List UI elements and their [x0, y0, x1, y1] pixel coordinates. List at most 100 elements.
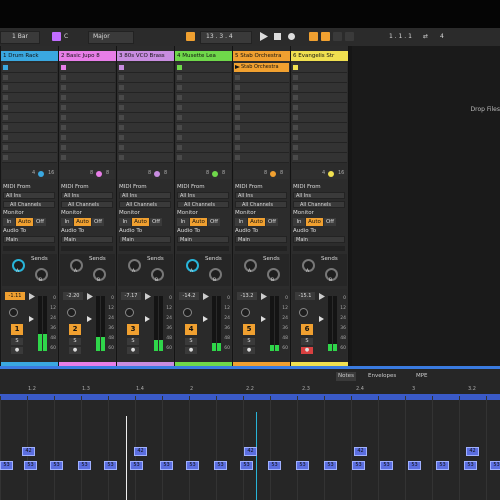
audio-to-select[interactable]: Main	[61, 236, 113, 243]
midi-note[interactable]: 42	[244, 447, 257, 456]
monitor-auto[interactable]: Auto	[132, 218, 149, 226]
slot-stop-icon[interactable]	[235, 155, 240, 160]
input-sub-select[interactable]	[3, 246, 55, 251]
audio-to-select[interactable]: Main	[3, 236, 55, 243]
midi-channel-select[interactable]: All Channels	[235, 201, 287, 208]
record-icon[interactable]	[287, 32, 296, 41]
track-activator[interactable]: 2	[69, 324, 81, 335]
track-header[interactable]: 5 Stab Orchestra	[233, 51, 290, 61]
clip-slot[interactable]	[60, 143, 115, 153]
loop-brace[interactable]	[0, 394, 500, 400]
clip-slot[interactable]	[2, 123, 57, 133]
input-sub-select[interactable]	[177, 246, 229, 251]
midi-note[interactable]: 53	[352, 461, 365, 470]
monitor-in[interactable]: In	[61, 218, 73, 226]
slot-stop-icon[interactable]	[235, 115, 240, 120]
slot-stop-icon[interactable]	[3, 85, 8, 90]
stop-icon[interactable]	[273, 32, 282, 41]
monitor-off[interactable]: Off	[150, 218, 162, 226]
clip-slot[interactable]	[118, 143, 173, 153]
volume-field[interactable]: -7.17	[121, 292, 141, 300]
track-play-icon[interactable]	[87, 293, 93, 300]
midi-from-select[interactable]: All Ins	[3, 192, 55, 199]
track-activator[interactable]: 1	[11, 324, 23, 335]
clip-slot[interactable]	[118, 133, 173, 143]
clip-slot[interactable]	[292, 63, 347, 73]
slot-stop-icon[interactable]	[177, 125, 182, 130]
clip-slot[interactable]	[2, 143, 57, 153]
slot-stop-icon[interactable]	[61, 145, 66, 150]
slot-stop-icon[interactable]	[235, 85, 240, 90]
monitor-auto[interactable]: Auto	[306, 218, 323, 226]
clip-slot[interactable]	[176, 93, 231, 103]
midi-note[interactable]: 53	[324, 461, 337, 470]
monitor-switch[interactable]: In Auto Off	[3, 218, 55, 226]
clip-slot[interactable]	[2, 63, 57, 73]
slot-stop-icon[interactable]	[119, 145, 124, 150]
fader-handle[interactable]	[145, 316, 150, 322]
midi-channel-select[interactable]: All Channels	[177, 201, 229, 208]
midi-note[interactable]: 42	[354, 447, 367, 456]
automation-arm-icon[interactable]	[321, 32, 330, 41]
clip-slot[interactable]	[60, 113, 115, 123]
midi-note[interactable]: 53	[380, 461, 393, 470]
audio-to-select[interactable]: Main	[177, 236, 229, 243]
monitor-off[interactable]: Off	[92, 218, 104, 226]
midi-note[interactable]: 53	[24, 461, 37, 470]
midi-note[interactable]: 53	[490, 461, 500, 470]
volume-field[interactable]: -15.1	[295, 292, 315, 300]
monitor-auto[interactable]: Auto	[190, 218, 207, 226]
track-header[interactable]: 1 Drum Rack	[1, 51, 58, 61]
fader-handle[interactable]	[319, 316, 324, 322]
loop-length[interactable]: 4	[440, 31, 444, 42]
pan-knob[interactable]	[183, 308, 192, 317]
clip-slot[interactable]	[118, 113, 173, 123]
slot-stop-icon[interactable]	[3, 145, 8, 150]
overdub-icon[interactable]	[309, 32, 318, 41]
clip-slot[interactable]	[292, 113, 347, 123]
monitor-off[interactable]: Off	[208, 218, 220, 226]
pan-knob[interactable]	[9, 308, 18, 317]
slot-stop-icon[interactable]	[293, 145, 298, 150]
midi-note[interactable]: 53	[0, 461, 13, 470]
slot-stop-icon[interactable]	[177, 75, 182, 80]
arm-button[interactable]: ●	[69, 347, 81, 354]
monitor-in[interactable]: In	[293, 218, 305, 226]
slot-stop-icon[interactable]	[61, 125, 66, 130]
slot-stop-icon[interactable]	[119, 115, 124, 120]
slot-stop-icon[interactable]	[3, 75, 8, 80]
slot-stop-icon[interactable]	[3, 155, 8, 160]
clip-slot[interactable]	[118, 123, 173, 133]
clip-slot[interactable]	[176, 143, 231, 153]
midi-note[interactable]: 42	[134, 447, 147, 456]
clip-slot[interactable]	[234, 143, 289, 153]
arm-button[interactable]: ●	[243, 347, 255, 354]
fader-handle[interactable]	[87, 316, 92, 322]
slot-stop-icon[interactable]	[61, 105, 66, 110]
follow-icon[interactable]	[186, 32, 195, 41]
slot-stop-icon[interactable]	[293, 95, 298, 100]
slot-stop-icon[interactable]	[119, 75, 124, 80]
slot-stop-icon[interactable]	[61, 65, 66, 70]
pan-knob[interactable]	[241, 308, 250, 317]
slot-stop-icon[interactable]	[293, 115, 298, 120]
tab-notes[interactable]: Notes	[336, 372, 356, 381]
solo-button[interactable]: S	[69, 338, 81, 345]
slot-stop-icon[interactable]	[293, 65, 298, 70]
slot-stop-icon[interactable]	[177, 105, 182, 110]
pan-knob[interactable]	[299, 308, 308, 317]
solo-button[interactable]: S	[127, 338, 139, 345]
slot-stop-icon[interactable]	[177, 65, 182, 70]
slot-stop-icon[interactable]	[235, 95, 240, 100]
midi-note[interactable]: 53	[104, 461, 117, 470]
midi-note[interactable]: 53	[296, 461, 309, 470]
slot-stop-icon[interactable]	[177, 85, 182, 90]
midi-note[interactable]: 53	[186, 461, 199, 470]
clip-slot[interactable]	[60, 73, 115, 83]
clip-play-icon[interactable]	[235, 65, 240, 69]
clip-slot[interactable]	[176, 153, 231, 163]
monitor-in[interactable]: In	[235, 218, 247, 226]
solo-button[interactable]: S	[11, 338, 23, 345]
clip-slot[interactable]	[234, 123, 289, 133]
slot-stop-icon[interactable]	[3, 65, 8, 70]
